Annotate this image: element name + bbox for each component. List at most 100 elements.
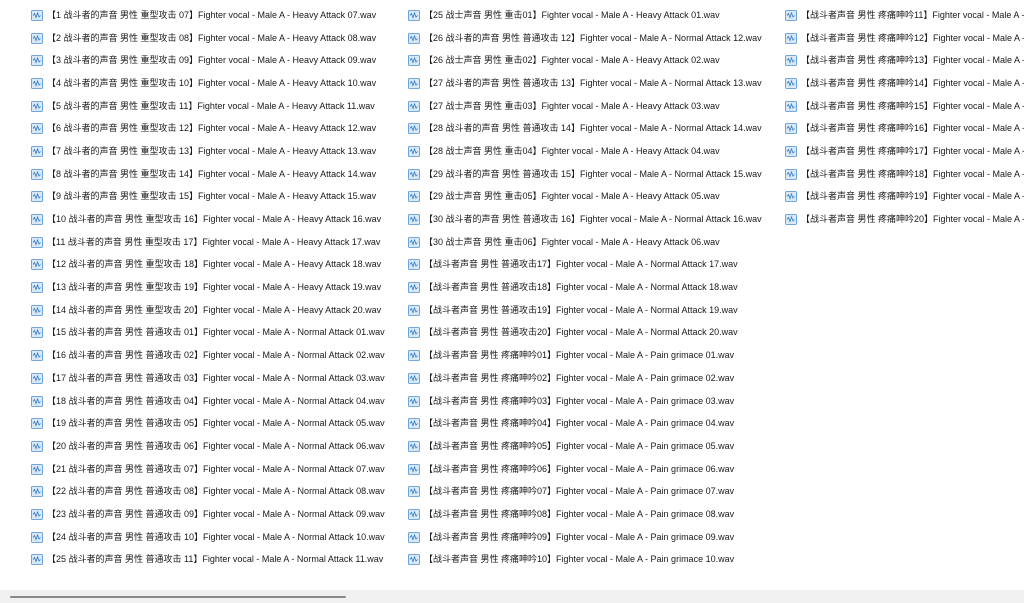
- file-item[interactable]: 【30 战斗者的声音 男性 普通攻击 16】Fighter vocal - Ma…: [408, 208, 762, 231]
- file-name: 【3 战斗者的声音 男性 重型攻击 09】Fighter vocal - Mal…: [47, 55, 377, 66]
- file-item[interactable]: 【战斗者声音 男性 普通攻击17】Fighter vocal - Male A …: [408, 254, 762, 277]
- wav-audio-file-icon: [408, 191, 420, 203]
- file-item[interactable]: 【6 战斗者的声音 男性 重型攻击 12】Fighter vocal - Mal…: [31, 117, 385, 140]
- file-item[interactable]: 【27 战士声音 男性 重击03】Fighter vocal - Male A …: [408, 95, 762, 118]
- file-item[interactable]: 【23 战斗者的声音 男性 普通攻击 09】Fighter vocal - Ma…: [31, 503, 385, 526]
- file-item[interactable]: 【20 战斗者的声音 男性 普通攻击 06】Fighter vocal - Ma…: [31, 435, 385, 458]
- file-item[interactable]: 【13 战斗者的声音 男性 重型攻击 19】Fighter vocal - Ma…: [31, 276, 385, 299]
- file-item[interactable]: 【9 战斗者的声音 男性 重型攻击 15】Fighter vocal - Mal…: [31, 186, 385, 209]
- wav-audio-file-icon: [31, 214, 43, 225]
- file-item[interactable]: 【5 战斗者的声音 男性 重型攻击 11】Fighter vocal - Mal…: [31, 95, 385, 118]
- file-item[interactable]: 【11 战斗者的声音 男性 重型攻击 17】Fighter vocal - Ma…: [31, 231, 385, 254]
- file-name: 【7 战斗者的声音 男性 重型攻击 13】Fighter vocal - Mal…: [47, 145, 377, 156]
- file-item[interactable]: 【28 战士声音 男性 重击04】Fighter vocal - Male A …: [408, 140, 762, 163]
- file-column-3: 【战斗者声音 男性 疼痛呻吟11】Fighter vocal - Male A …: [785, 4, 1024, 231]
- file-item[interactable]: 【24 战斗者的声音 男性 普通攻击 10】Fighter vocal - Ma…: [31, 526, 385, 549]
- file-item[interactable]: 【17 战斗者的声音 男性 普通攻击 03】Fighter vocal - Ma…: [31, 367, 385, 390]
- file-name: 【28 战士声音 男性 重击04】Fighter vocal - Male A …: [424, 145, 720, 156]
- file-name: 【战斗者声音 男性 疼痛呻吟13】Fighter vocal - Male A …: [801, 55, 1024, 66]
- file-item[interactable]: 【战斗者声音 男性 普通攻击18】Fighter vocal - Male A …: [408, 276, 762, 299]
- file-item[interactable]: 【战斗者声音 男性 疼痛呻吟11】Fighter vocal - Male A …: [785, 4, 1024, 27]
- file-name: 【战斗者声音 男性 疼痛呻吟17】Fighter vocal - Male A …: [801, 145, 1024, 156]
- file-name: 【17 战斗者的声音 男性 普通攻击 03】Fighter vocal - Ma…: [47, 372, 385, 383]
- file-item[interactable]: 【战斗者声音 男性 疼痛呻吟15】Fighter vocal - Male A …: [785, 95, 1024, 118]
- file-name: 【20 战斗者的声音 男性 普通攻击 06】Fighter vocal - Ma…: [47, 440, 385, 451]
- file-item[interactable]: 【战斗者声音 男性 疼痛呻吟03】Fighter vocal - Male A …: [408, 390, 762, 413]
- file-item[interactable]: 【7 战斗者的声音 男性 重型攻击 13】Fighter vocal - Mal…: [31, 140, 385, 163]
- file-item[interactable]: 【14 战斗者的声音 男性 重型攻击 20】Fighter vocal - Ma…: [31, 299, 385, 322]
- file-item[interactable]: 【战斗者声音 男性 疼痛呻吟20】Fighter vocal - Male A …: [785, 208, 1024, 231]
- horizontal-scrollbar-thumb[interactable]: [10, 596, 346, 598]
- file-name: 【30 战斗者的声音 男性 普通攻击 16】Fighter vocal - Ma…: [424, 214, 762, 225]
- file-item[interactable]: 【19 战斗者的声音 男性 普通攻击 05】Fighter vocal - Ma…: [31, 412, 385, 435]
- file-name: 【战斗者声音 男性 疼痛呻吟04】Fighter vocal - Male A …: [424, 418, 735, 429]
- file-item[interactable]: 【30 战士声音 男性 重击06】Fighter vocal - Male A …: [408, 231, 762, 254]
- file-item[interactable]: 【4 战斗者的声音 男性 重型攻击 10】Fighter vocal - Mal…: [31, 72, 385, 95]
- file-name: 【6 战斗者的声音 男性 重型攻击 12】Fighter vocal - Mal…: [47, 123, 377, 134]
- file-item[interactable]: 【战斗者声音 男性 疼痛呻吟12】Fighter vocal - Male A …: [785, 27, 1024, 50]
- wav-audio-file-icon: [31, 418, 43, 430]
- wav-audio-file-icon: [31, 304, 43, 316]
- wav-audio-file-icon: [31, 327, 43, 339]
- wav-audio-file-icon: [408, 78, 420, 89]
- file-item[interactable]: 【26 战士声音 男性 重击02】Fighter vocal - Male A …: [408, 49, 762, 72]
- file-item[interactable]: 【3 战斗者的声音 男性 重型攻击 09】Fighter vocal - Mal…: [31, 49, 385, 72]
- file-item[interactable]: 【25 战斗者的声音 男性 普通攻击 11】Fighter vocal - Ma…: [31, 549, 385, 572]
- wav-audio-file-icon: [31, 531, 43, 543]
- file-item[interactable]: 【10 战斗者的声音 男性 重型攻击 16】Fighter vocal - Ma…: [31, 208, 385, 231]
- file-item[interactable]: 【16 战斗者的声音 男性 普通攻击 02】Fighter vocal - Ma…: [31, 344, 385, 367]
- file-item[interactable]: 【战斗者声音 男性 疼痛呻吟02】Fighter vocal - Male A …: [408, 367, 762, 390]
- file-item[interactable]: 【战斗者声音 男性 普通攻击19】Fighter vocal - Male A …: [408, 299, 762, 322]
- wav-audio-file-icon: [31, 55, 43, 67]
- file-item[interactable]: 【12 战斗者的声音 男性 重型攻击 18】Fighter vocal - Ma…: [31, 254, 385, 277]
- file-item[interactable]: 【2 战斗者的声音 男性 重型攻击 08】Fighter vocal - Mal…: [31, 27, 385, 50]
- file-item[interactable]: 【18 战斗者的声音 男性 普通攻击 04】Fighter vocal - Ma…: [31, 390, 385, 413]
- file-name: 【战斗者声音 男性 疼痛呻吟19】Fighter vocal - Male A …: [801, 191, 1024, 202]
- file-name: 【战斗者声音 男性 疼痛呻吟05】Fighter vocal - Male A …: [424, 440, 735, 451]
- file-item[interactable]: 【22 战斗者的声音 男性 普通攻击 08】Fighter vocal - Ma…: [31, 480, 385, 503]
- file-item[interactable]: 【战斗者声音 男性 疼痛呻吟18】Fighter vocal - Male A …: [785, 163, 1024, 186]
- file-item[interactable]: 【战斗者声音 男性 疼痛呻吟01】Fighter vocal - Male A …: [408, 344, 762, 367]
- file-item[interactable]: 【战斗者声音 男性 疼痛呻吟05】Fighter vocal - Male A …: [408, 435, 762, 458]
- horizontal-scrollbar[interactable]: [0, 590, 1024, 603]
- file-item[interactable]: 【28 战斗者的声音 男性 普通攻击 14】Fighter vocal - Ma…: [408, 117, 762, 140]
- file-item[interactable]: 【战斗者声音 男性 疼痛呻吟08】Fighter vocal - Male A …: [408, 503, 762, 526]
- wav-audio-file-icon: [408, 100, 420, 112]
- file-item[interactable]: 【战斗者声音 男性 疼痛呻吟14】Fighter vocal - Male A …: [785, 72, 1024, 95]
- file-item[interactable]: 【26 战斗者的声音 男性 普通攻击 12】Fighter vocal - Ma…: [408, 27, 762, 50]
- file-name: 【2 战斗者的声音 男性 重型攻击 08】Fighter vocal - Mal…: [47, 32, 377, 43]
- file-item[interactable]: 【25 战士声音 男性 重击01】Fighter vocal - Male A …: [408, 4, 762, 27]
- file-item[interactable]: 【战斗者声音 男性 普通攻击20】Fighter vocal - Male A …: [408, 322, 762, 345]
- file-name: 【1 战斗者的声音 男性 重型攻击 07】Fighter vocal - Mal…: [47, 9, 377, 20]
- wav-audio-file-icon: [31, 78, 43, 89]
- wav-audio-file-icon: [408, 327, 420, 339]
- file-item[interactable]: 【战斗者声音 男性 疼痛呻吟16】Fighter vocal - Male A …: [785, 117, 1024, 140]
- file-item[interactable]: 【15 战斗者的声音 男性 普通攻击 01】Fighter vocal - Ma…: [31, 322, 385, 345]
- file-name: 【战斗者声音 男性 普通攻击17】Fighter vocal - Male A …: [424, 259, 738, 270]
- file-name: 【29 战斗者的声音 男性 普通攻击 15】Fighter vocal - Ma…: [424, 168, 762, 179]
- file-item[interactable]: 【战斗者声音 男性 疼痛呻吟19】Fighter vocal - Male A …: [785, 186, 1024, 209]
- wav-audio-file-icon: [31, 259, 43, 271]
- file-item[interactable]: 【战斗者声音 男性 疼痛呻吟13】Fighter vocal - Male A …: [785, 49, 1024, 72]
- file-item[interactable]: 【战斗者声音 男性 疼痛呻吟10】Fighter vocal - Male A …: [408, 549, 762, 572]
- file-item[interactable]: 【战斗者声音 男性 疼痛呻吟04】Fighter vocal - Male A …: [408, 412, 762, 435]
- file-item[interactable]: 【27 战斗者的声音 男性 普通攻击 13】Fighter vocal - Ma…: [408, 72, 762, 95]
- file-column-2: 【25 战士声音 男性 重击01】Fighter vocal - Male A …: [408, 4, 762, 571]
- file-item[interactable]: 【战斗者声音 男性 疼痛呻吟06】Fighter vocal - Male A …: [408, 458, 762, 481]
- wav-audio-file-icon: [31, 236, 43, 248]
- file-item[interactable]: 【战斗者声音 男性 疼痛呻吟09】Fighter vocal - Male A …: [408, 526, 762, 549]
- file-name: 【10 战斗者的声音 男性 重型攻击 16】Fighter vocal - Ma…: [47, 214, 382, 225]
- file-item[interactable]: 【战斗者声音 男性 疼痛呻吟07】Fighter vocal - Male A …: [408, 480, 762, 503]
- wav-audio-file-icon: [408, 554, 420, 566]
- file-name: 【战斗者声音 男性 疼痛呻吟07】Fighter vocal - Male A …: [424, 486, 735, 497]
- file-item[interactable]: 【8 战斗者的声音 男性 重型攻击 14】Fighter vocal - Mal…: [31, 163, 385, 186]
- file-name: 【19 战斗者的声音 男性 普通攻击 05】Fighter vocal - Ma…: [47, 418, 385, 429]
- file-item[interactable]: 【21 战斗者的声音 男性 普通攻击 07】Fighter vocal - Ma…: [31, 458, 385, 481]
- file-item[interactable]: 【29 战斗者的声音 男性 普通攻击 15】Fighter vocal - Ma…: [408, 163, 762, 186]
- wav-audio-file-icon: [785, 9, 797, 21]
- file-item[interactable]: 【1 战斗者的声音 男性 重型攻击 07】Fighter vocal - Mal…: [31, 4, 385, 27]
- file-item[interactable]: 【29 战士声音 男性 重击05】Fighter vocal - Male A …: [408, 186, 762, 209]
- file-name: 【战斗者声音 男性 疼痛呻吟18】Fighter vocal - Male A …: [801, 168, 1024, 179]
- file-item[interactable]: 【战斗者声音 男性 疼痛呻吟17】Fighter vocal - Male A …: [785, 140, 1024, 163]
- wav-audio-file-icon: [408, 486, 420, 498]
